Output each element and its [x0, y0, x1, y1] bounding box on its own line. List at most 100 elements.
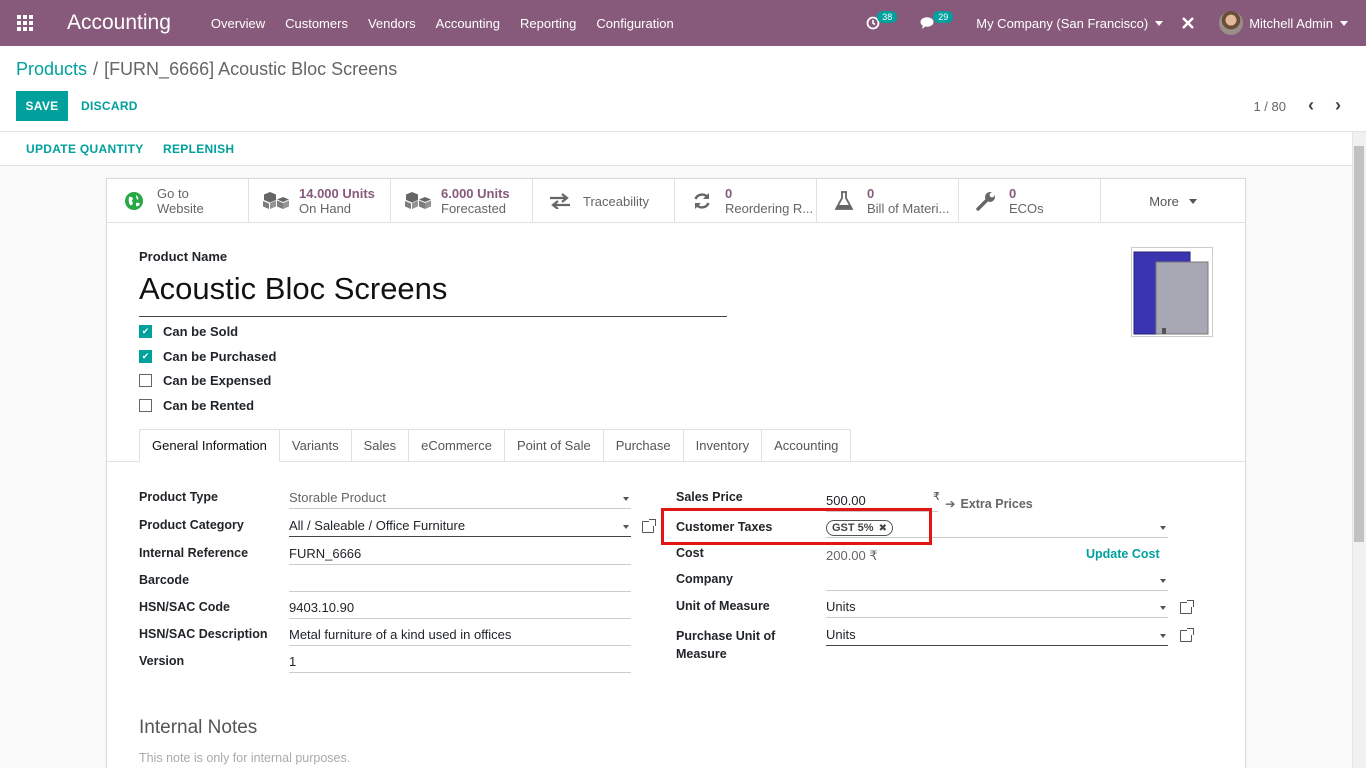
pager-next-icon[interactable]: ›	[1335, 96, 1341, 114]
update-cost-button[interactable]: Update Cost	[1086, 547, 1160, 561]
user-menu[interactable]: Mitchell Admin	[1219, 11, 1348, 35]
tab-point-of-sale[interactable]: Point of Sale	[504, 429, 604, 462]
external-link-icon[interactable]	[642, 519, 656, 533]
messages-button[interactable]: 29	[920, 11, 956, 30]
smart-button-line1: Go to	[157, 186, 189, 201]
checkbox-checked-icon: ✔	[139, 350, 152, 363]
hsn-description-input[interactable]: Metal furniture of a kind used in office…	[289, 624, 631, 646]
breadcrumb-products[interactable]: Products	[16, 59, 87, 79]
external-link-icon[interactable]	[1180, 600, 1194, 614]
bill-of-materials-button[interactable]: 0 Bill of Materi...	[817, 179, 959, 223]
company-switcher[interactable]: My Company (San Francisco)	[976, 15, 1164, 31]
breadcrumb-current: [FURN_6666] Acoustic Bloc Screens	[104, 59, 398, 79]
product-name-label: Product Name	[139, 249, 228, 264]
can-be-expensed-checkbox[interactable]: Can be Expensed	[139, 373, 271, 388]
activity-button[interactable]: 38	[866, 11, 900, 30]
forecasted-button[interactable]: 6.000 Units Forecasted	[391, 179, 533, 223]
tab-ecommerce[interactable]: eCommerce	[409, 429, 505, 462]
product-type-select[interactable]: Storable Product	[289, 487, 631, 509]
caret-down-icon	[1155, 20, 1164, 26]
product-image[interactable]	[1131, 247, 1213, 337]
version-input[interactable]: 1	[289, 651, 631, 673]
breadcrumb: Products / [FURN_6666] Acoustic Bloc Scree…	[16, 59, 397, 80]
go-to-website-button[interactable]: Go to Website	[107, 179, 249, 223]
menu-reporting[interactable]: Reporting	[510, 16, 586, 31]
company-field[interactable]	[826, 569, 1168, 591]
pager-value[interactable]: 1 / 80	[1253, 99, 1286, 114]
internal-notes-input[interactable]: This note is only for internal purposes.	[139, 751, 350, 765]
wrench-icon	[973, 189, 999, 213]
caret-down-icon	[1160, 634, 1166, 638]
scrollbar-thumb[interactable]	[1354, 146, 1364, 542]
product-name-input[interactable]: Acoustic Bloc Screens	[139, 271, 727, 317]
pager-previous-icon[interactable]: ‹	[1308, 96, 1314, 114]
internal-reference-label: Internal Reference	[139, 546, 249, 560]
caret-down-icon	[623, 497, 629, 501]
purchase-uom-label: Purchase Unit of Measure	[676, 627, 775, 663]
caret-down-icon	[623, 525, 629, 529]
tools-icon	[1182, 17, 1195, 29]
tab-inventory[interactable]: Inventory	[683, 429, 763, 462]
tab-purchase[interactable]: Purchase	[603, 429, 684, 462]
extra-prices-button[interactable]: ➔ Extra Prices	[945, 496, 1033, 511]
company-name: My Company (San Francisco)	[976, 15, 1149, 31]
uom-field[interactable]: Units	[826, 596, 1168, 618]
caret-down-icon	[1160, 579, 1166, 583]
caret-down-icon	[1340, 20, 1348, 26]
app-title[interactable]: Accounting	[67, 11, 171, 35]
menu-customers[interactable]: Customers	[275, 16, 358, 31]
uom-value: Units	[826, 599, 856, 614]
debug-tools-button[interactable]	[1181, 16, 1195, 30]
sales-price-value: 500.00	[826, 493, 866, 508]
traceability-button[interactable]: Traceability	[533, 179, 675, 223]
product-type-label: Product Type	[139, 490, 218, 504]
form-sheet: Go to Website 14.000 Units On Hand 6.000 U…	[106, 178, 1246, 768]
bom-count: 0	[867, 186, 875, 201]
barcode-input[interactable]	[289, 570, 631, 592]
company-label: Company	[676, 572, 733, 586]
flask-icon	[831, 189, 857, 213]
can-be-sold-checkbox[interactable]: ✔ Can be Sold	[139, 324, 238, 339]
tab-accounting[interactable]: Accounting	[762, 429, 852, 462]
main-menu: Overview Customers Vendors Accounting Re…	[201, 16, 684, 31]
tab-general-information[interactable]: General Information	[139, 429, 280, 462]
can-be-rented-label: Can be Rented	[163, 398, 255, 413]
tab-sales[interactable]: Sales	[351, 429, 410, 462]
customer-taxes-highlight	[661, 508, 932, 545]
version-label: Version	[139, 654, 185, 668]
reordering-rules-button[interactable]: 0 Reordering R...	[675, 179, 817, 223]
save-button[interactable]: SAVE	[16, 91, 68, 121]
cost-label: Cost	[676, 546, 704, 560]
update-quantity-button[interactable]: UPDATE QUANTITY	[26, 142, 144, 156]
ecos-button[interactable]: 0 ECOs	[959, 179, 1101, 223]
product-category-label: Product Category	[139, 518, 244, 532]
can-be-purchased-checkbox[interactable]: ✔ Can be Purchased	[139, 349, 276, 364]
menu-accounting[interactable]: Accounting	[426, 16, 510, 31]
internal-reference-input[interactable]: FURN_6666	[289, 543, 631, 565]
purchase-uom-field[interactable]: Units	[826, 624, 1168, 646]
replenish-button[interactable]: REPLENISH	[163, 142, 234, 156]
barcode-label: Barcode	[139, 573, 190, 587]
menu-vendors[interactable]: Vendors	[358, 16, 426, 31]
menu-overview[interactable]: Overview	[201, 16, 275, 31]
external-link-icon[interactable]	[1180, 628, 1194, 642]
hsn-code-input[interactable]: 9403.10.90	[289, 597, 631, 619]
top-navbar: Accounting Overview Customers Vendors Ac…	[0, 0, 1366, 46]
more-button[interactable]: More	[1101, 179, 1245, 223]
can-be-sold-label: Can be Sold	[163, 324, 239, 339]
checkbox-unchecked-icon	[139, 374, 152, 387]
apps-menu-icon[interactable]	[0, 0, 50, 46]
user-name: Mitchell Admin	[1249, 15, 1333, 31]
discard-button[interactable]: DISCARD	[81, 99, 138, 113]
product-category-field[interactable]: All / Saleable / Office Furniture	[289, 515, 631, 537]
extra-prices-label: Extra Prices	[960, 497, 1033, 511]
on-hand-button[interactable]: 14.000 Units On Hand	[249, 179, 391, 223]
can-be-rented-checkbox[interactable]: Can be Rented	[139, 398, 254, 413]
menu-configuration[interactable]: Configuration	[586, 16, 683, 31]
on-hand-label: On Hand	[299, 201, 352, 216]
arrow-right-icon: ➔	[945, 497, 956, 511]
activity-badge: 38	[877, 11, 898, 23]
tab-variants[interactable]: Variants	[279, 429, 352, 462]
product-type-value: Storable Product	[289, 490, 386, 505]
product-category-value: All / Saleable / Office Furniture	[289, 518, 466, 533]
